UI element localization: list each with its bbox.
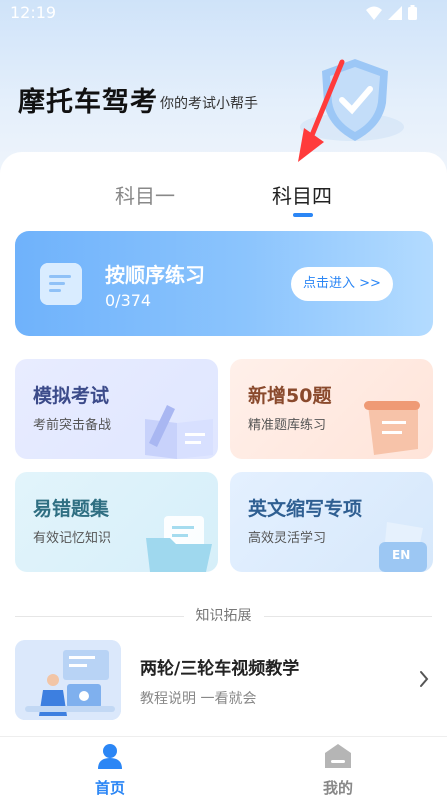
card-subtitle: 精准题库练习 — [248, 418, 327, 433]
en-badge-label: EN — [392, 548, 411, 562]
sequential-practice-card[interactable]: 按顺序练习 0/374 点击进入 >> — [15, 231, 433, 336]
card-title: 易错题集 — [33, 498, 110, 520]
house-icon — [325, 744, 351, 768]
card-subtitle: 高效灵活学习 — [248, 531, 327, 546]
video-subtitle: 教程说明 一看就会 — [140, 691, 257, 707]
battery-icon — [408, 5, 417, 20]
chevron-right-icon — [420, 671, 429, 687]
practice-progress: 0/374 — [105, 291, 152, 310]
nav-home-label: 首页 — [94, 779, 125, 797]
status-time: 12:19 — [10, 3, 57, 22]
video-tutorial-item[interactable]: 两轮/三轮车视频教学 教程说明 一看就会 — [15, 640, 435, 722]
active-tab-indicator — [293, 213, 313, 217]
card-subtitle: 考前突击备战 — [33, 418, 112, 433]
practice-title: 按顺序练习 — [105, 263, 205, 287]
new-questions-card[interactable]: 新增50题 精准题库练习 — [230, 359, 433, 459]
book-pen-icon — [145, 405, 213, 459]
section-title: 知识拓展 — [183, 608, 264, 624]
document-icon — [40, 263, 82, 305]
knowledge-section-header: 知识拓展 — [0, 597, 447, 624]
card-title: 英文缩写专项 — [248, 498, 363, 520]
en-badge-icon — [379, 522, 427, 572]
app-subtitle: 你的考试小帮手 — [160, 96, 258, 112]
tab-subject-one[interactable]: 科目一 — [115, 180, 175, 209]
english-abbrev-card[interactable]: 英文缩写专项 高效灵活学习 EN — [230, 472, 433, 572]
error-questions-card[interactable]: 易错题集 有效记忆知识 — [15, 472, 218, 572]
tab-subject-four[interactable]: 科目四 — [272, 180, 332, 209]
home-person-icon — [98, 744, 122, 769]
card-title: 模拟考试 — [33, 385, 110, 407]
app-title: 摩托车驾考 — [18, 87, 158, 118]
status-icons — [366, 5, 417, 20]
video-thumbnail — [15, 640, 121, 720]
card-subtitle: 有效记忆知识 — [33, 531, 112, 546]
video-title: 两轮/三轮车视频教学 — [140, 659, 300, 679]
bottom-nav: 首页 我的 — [0, 736, 447, 799]
nav-me[interactable]: 我的 — [308, 743, 368, 798]
folder-icon — [146, 516, 212, 572]
card-title: 新增50题 — [248, 385, 332, 407]
wifi-icon — [366, 6, 382, 20]
scroll-icon — [364, 401, 420, 455]
signal-icon — [388, 5, 402, 20]
annotation-arrow-icon — [298, 59, 345, 162]
status-bar: 12:19 — [0, 0, 447, 26]
nav-home[interactable]: 首页 — [80, 743, 140, 798]
mock-exam-card[interactable]: 模拟考试 考前突击备战 — [15, 359, 218, 459]
enter-button[interactable]: 点击进入 >> — [291, 267, 393, 301]
nav-me-label: 我的 — [322, 779, 353, 797]
